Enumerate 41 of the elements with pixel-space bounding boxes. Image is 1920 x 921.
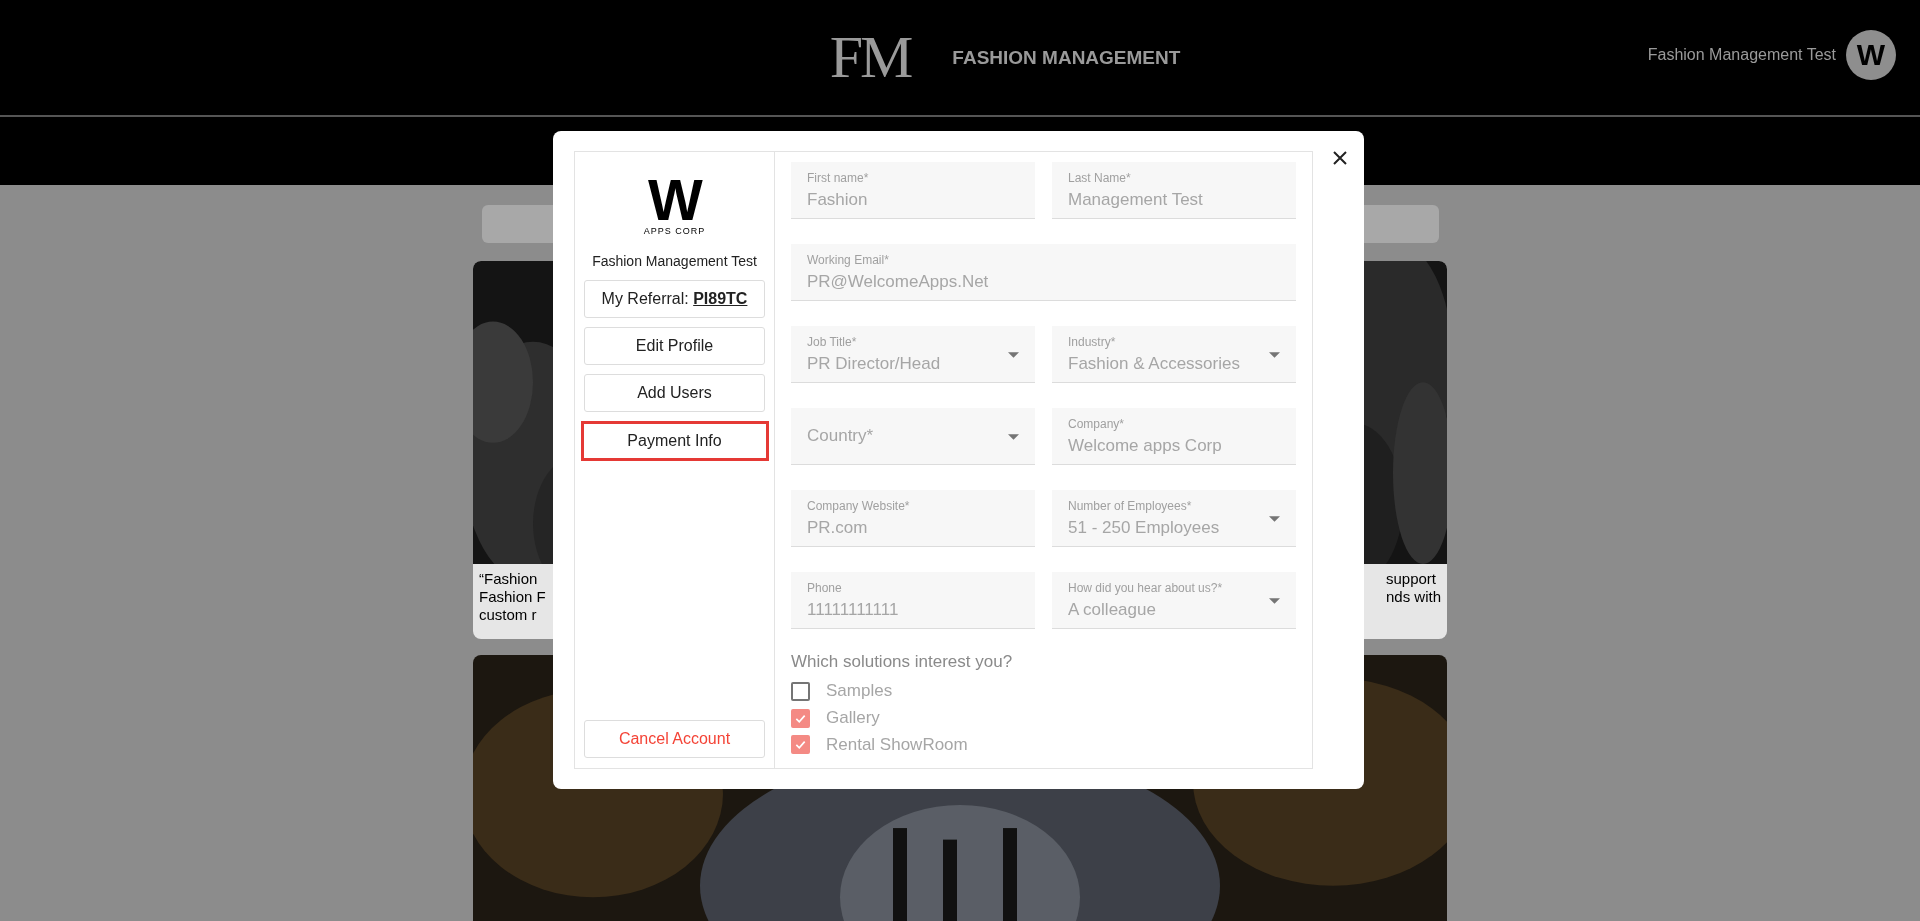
caret-icon: [1269, 598, 1280, 604]
input-field[interactable]: Job Title* PR Director/Head: [791, 326, 1035, 383]
profile-name: Fashion Management Test: [592, 253, 757, 269]
input-field[interactable]: Country*: [791, 408, 1035, 465]
checkbox[interactable]: [791, 681, 810, 701]
input-field[interactable]: Phone 11111111111: [791, 572, 1035, 629]
menu-button[interactable]: Add Users: [584, 374, 765, 412]
caption-line: custom r: [479, 606, 538, 624]
caret-icon: [1269, 352, 1280, 358]
user-name: Fashion Management Test: [1647, 46, 1836, 64]
input-field[interactable]: First name* Fashion: [791, 162, 1035, 219]
option-label: Gallery: [826, 708, 880, 728]
input-field[interactable]: Industry* Fashion & Accessories: [1052, 326, 1296, 383]
logo-letter: W: [648, 176, 701, 224]
input-field[interactable]: Number of Employees* 51 - 250 Employees: [1052, 490, 1296, 547]
caret-icon: [1008, 352, 1019, 358]
checkbox[interactable]: [791, 708, 810, 728]
menu-button[interactable]: Edit Profile: [584, 327, 765, 365]
caret-icon: [1269, 516, 1280, 522]
app-title: FASHION MANAGEMENT: [952, 46, 1181, 69]
caption-line: “Fashion: [479, 570, 539, 588]
question-label: Which solutions interest you?: [791, 652, 1014, 672]
cancel-account-button[interactable]: Cancel Account: [584, 720, 765, 758]
avatar[interactable]: W: [1846, 30, 1896, 80]
input-field[interactable]: How did you hear about us?* A colleague: [1052, 572, 1296, 629]
caret-icon: [1008, 434, 1019, 440]
caption-line: nds with: [1385, 588, 1441, 606]
caption-line: Fashion F: [479, 588, 546, 606]
input-field[interactable]: Last Name* Management Test: [1052, 162, 1296, 219]
close-icon[interactable]: [1333, 151, 1347, 165]
input-field[interactable]: Company Website* PR.com: [791, 490, 1035, 547]
checkbox[interactable]: [791, 735, 810, 755]
logo-subtitle: APPS CORP: [643, 226, 706, 236]
menu-button[interactable]: My Referral: PI89TC: [584, 280, 765, 318]
option-label: Samples: [826, 681, 893, 702]
caption-line: support: [1385, 570, 1436, 588]
menu-button[interactable]: Payment Info: [580, 421, 769, 461]
input-field[interactable]: Company* Welcome apps Corp: [1052, 408, 1296, 465]
input-field[interactable]: Working Email* PR@WelcomeApps.Net: [791, 244, 1296, 301]
option-label: Rental ShowRoom: [826, 734, 968, 755]
logo[interactable]: FM: [829, 23, 911, 92]
